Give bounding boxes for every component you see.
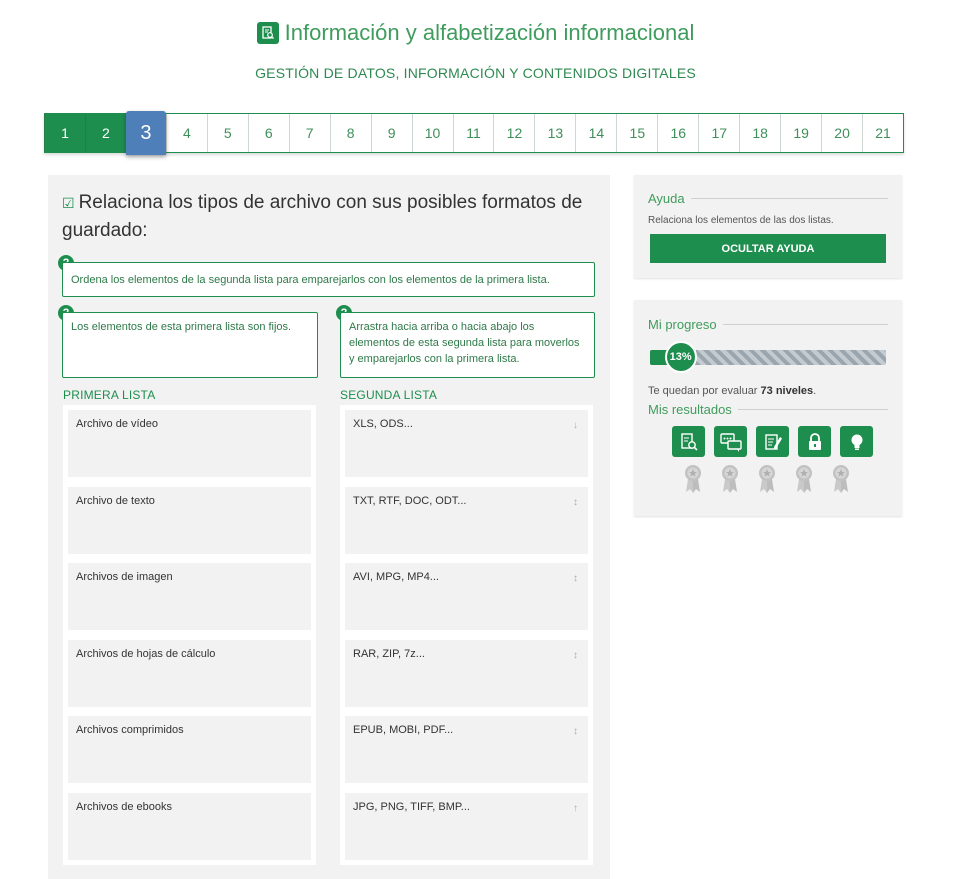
- level-stepper: 1 2 3 4 5 6 7 8 9 10 11 12 13 14 15 16 17 18 19 20 21: [44, 111, 904, 155]
- step-16[interactable]: 16: [657, 114, 698, 152]
- drag-arrow-icon: ↓: [573, 420, 578, 431]
- list-item-text: XLS, ODS...: [353, 418, 413, 430]
- first-list-item: Archivo de texto: [63, 481, 316, 559]
- second-list-item[interactable]: TXT, RTF, DOC, ODT... ↕: [340, 481, 593, 559]
- second-list-item[interactable]: EPUB, MOBI, PDF... ↕: [340, 711, 593, 788]
- step-5[interactable]: 5: [206, 114, 248, 152]
- result-icons: [672, 426, 873, 457]
- list-item-text: Archivos de hojas de cálculo: [76, 647, 216, 660]
- step-13[interactable]: 13: [534, 114, 575, 152]
- list-item-text: JPG, PNG, TIFF, BMP...: [353, 800, 470, 813]
- list-item-text: AVI, MPG, MP4...: [353, 571, 439, 583]
- medal-icon: [796, 465, 812, 493]
- first-list-item: Archivo de vídeo: [63, 405, 316, 482]
- list-item-label: Archivos comprimidos: [68, 716, 311, 783]
- step-15[interactable]: 15: [616, 114, 657, 152]
- first-list-item: Archivos de ebooks: [63, 787, 316, 865]
- second-list-item[interactable]: AVI, MPG, MP4... ↕: [340, 558, 593, 635]
- step-12[interactable]: 12: [493, 114, 534, 152]
- list-item-label: Archivo de vídeo: [68, 410, 311, 477]
- checkbox-icon: ☑: [62, 195, 75, 211]
- first-list-title: PRIMERA LISTA: [63, 388, 156, 402]
- chat-bubbles-icon[interactable]: [714, 426, 747, 457]
- list-item-label: JPG, PNG, TIFF, BMP... ↑: [345, 792, 588, 860]
- list-item-text: EPUB, MOBI, PDF...: [353, 724, 454, 736]
- search-money-icon[interactable]: [672, 426, 705, 457]
- drag-arrow-icon: ↕: [573, 726, 578, 737]
- step-1[interactable]: 1: [44, 114, 85, 152]
- step-21[interactable]: 21: [862, 114, 903, 152]
- help-text: Relaciona los elementos de las dos lista…: [648, 215, 834, 226]
- list-item-text: Archivos de ebooks: [76, 800, 172, 813]
- medal-icon: [833, 465, 849, 493]
- question-text: ☑ Relaciona los tipos de archivo con sus …: [62, 192, 583, 241]
- list-item-label: Archivos de hojas de cálculo: [68, 639, 311, 707]
- step-10[interactable]: 10: [411, 114, 453, 152]
- list-item-label: AVI, MPG, MP4... ↕: [345, 563, 588, 630]
- drag-arrow-icon: ↑: [573, 802, 578, 814]
- second-list-item[interactable]: RAR, ZIP, 7z... ↕: [340, 634, 593, 712]
- step-3[interactable]: 3: [125, 111, 166, 155]
- first-list-item: Archivos de hojas de cálculo: [63, 634, 316, 712]
- step-2[interactable]: 2: [84, 114, 126, 152]
- list-item-text: TXT, RTF, DOC, ODT...: [353, 494, 467, 507]
- medals: [684, 464, 850, 494]
- step-20[interactable]: 20: [821, 114, 862, 152]
- list-item-label: XLS, ODS... ↓: [345, 410, 588, 477]
- help-title: Ayuda: [648, 191, 888, 206]
- hint-first-list: Los elementos de esta primera lista son …: [62, 312, 318, 378]
- progress-panel: Mi progreso 13% Te quedan por evaluar 73…: [634, 300, 902, 516]
- drag-arrow-icon: ↕: [573, 496, 578, 508]
- medal-icon: [722, 465, 738, 493]
- list-item-label: Archivo de texto: [68, 486, 311, 554]
- progress-percent: 13%: [664, 341, 697, 373]
- step-19[interactable]: 19: [780, 114, 821, 152]
- progress-title: Mi progreso: [648, 317, 888, 332]
- remaining-levels: Te quedan por evaluar 73 niveles.: [648, 385, 817, 397]
- list-item-label: RAR, ZIP, 7z... ↕: [345, 639, 588, 707]
- second-list-item[interactable]: JPG, PNG, TIFF, BMP... ↑: [340, 787, 593, 865]
- medal-icon: [685, 465, 701, 493]
- drag-arrow-icon: ↕: [573, 573, 578, 584]
- step-8[interactable]: 8: [329, 114, 371, 152]
- hide-help-button[interactable]: OCULTAR AYUDA: [650, 234, 886, 263]
- list-item-label: Archivos de imagen: [68, 563, 311, 630]
- document-search-icon: [256, 22, 279, 44]
- second-list-title: SEGUNDA LISTA: [340, 388, 438, 402]
- lightbulb-icon[interactable]: [840, 426, 873, 457]
- medal-icon: [759, 465, 775, 493]
- first-list-item: Archivos comprimidos: [63, 711, 316, 788]
- lock-icon[interactable]: [798, 426, 831, 457]
- first-list-item: Archivos de imagen: [63, 558, 316, 635]
- second-list-item[interactable]: XLS, ODS... ↓: [340, 405, 593, 482]
- list-item-text: Archivo de vídeo: [76, 418, 158, 430]
- step-14[interactable]: 14: [575, 114, 616, 152]
- step-7[interactable]: 7: [288, 114, 330, 152]
- step-9[interactable]: 9: [370, 114, 412, 152]
- step-18[interactable]: 18: [739, 114, 780, 152]
- drag-arrow-icon: ↕: [573, 649, 578, 661]
- list-item-text: Archivo de texto: [76, 494, 155, 507]
- hint-general: Ordena los elementos de la segunda lista…: [62, 262, 595, 297]
- page-subtitle: GESTIÓN DE DATOS, INFORMACIÓN Y CONTENID…: [255, 65, 696, 81]
- help-panel: Ayuda Relaciona los elementos de las dos…: [634, 175, 902, 278]
- list-item-text: RAR, ZIP, 7z...: [353, 647, 425, 660]
- step-6[interactable]: 6: [247, 114, 289, 152]
- step-4[interactable]: 4: [165, 114, 207, 152]
- exercise-panel: ☑ Relaciona los tipos de archivo con sus …: [48, 175, 610, 879]
- progress-bar: 13%: [650, 341, 886, 373]
- list-item-label: TXT, RTF, DOC, ODT... ↕: [345, 486, 588, 554]
- edit-document-icon[interactable]: [756, 426, 789, 457]
- list-item-text: Archivos comprimidos: [76, 724, 184, 736]
- results-title: Mis resultados: [648, 402, 888, 417]
- page-title: Información y alfabetización informacion…: [0, 20, 951, 46]
- step-17[interactable]: 17: [698, 114, 739, 152]
- step-11[interactable]: 11: [452, 114, 494, 152]
- list-item-label: Archivos de ebooks: [68, 792, 311, 860]
- list-item-label: EPUB, MOBI, PDF... ↕: [345, 716, 588, 783]
- page-title-text: Información y alfabetización informacion…: [284, 20, 695, 45]
- list-item-text: Archivos de imagen: [76, 571, 173, 583]
- hint-second-list: Arrastra hacia arriba o hacia abajo los …: [340, 312, 595, 378]
